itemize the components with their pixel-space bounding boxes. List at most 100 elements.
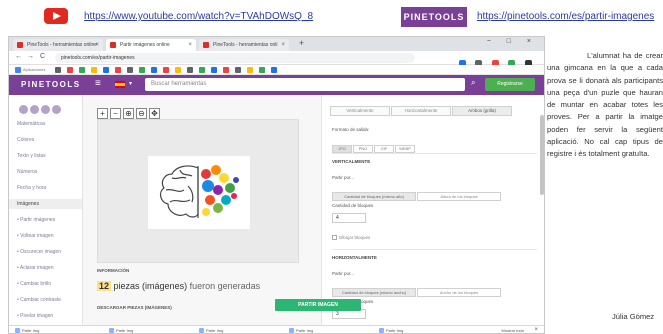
- bookmark-icon[interactable]: [187, 67, 193, 73]
- bookmark-icon[interactable]: [151, 67, 157, 73]
- browser-tab-label: PineTools - herramientas onli: [213, 42, 278, 48]
- sidebar-subitem-brightness[interactable]: • Cambiar brillo: [17, 281, 51, 287]
- vertical-mode-height[interactable]: Altura de los bloques: [417, 192, 501, 201]
- format-jpg-button[interactable]: JPG: [332, 145, 352, 153]
- bookmark-icon[interactable]: [247, 67, 253, 73]
- download-item[interactable]: Partir Img: [379, 328, 403, 333]
- apps-icon[interactable]: [15, 67, 21, 73]
- main-content: + − ⊕ ⊖ ✥ INFORMACIÓN 12 piezas (imágene…: [83, 95, 544, 325]
- close-icon[interactable]: ×: [281, 39, 285, 51]
- bookmark-icon[interactable]: [139, 67, 145, 73]
- horizontal-mode-width[interactable]: Ancho de los bloques: [417, 288, 501, 297]
- sidebar-item-math[interactable]: Matemáticas: [17, 121, 45, 127]
- tab-horizontal[interactable]: Horizontalmente: [391, 106, 451, 116]
- bookmark-icon[interactable]: [163, 67, 169, 73]
- pieces-suffix: fueron generadas: [189, 281, 261, 291]
- bookmark-icon[interactable]: [199, 67, 205, 73]
- sidebar-item-datetime[interactable]: Fecha y hora: [17, 185, 46, 191]
- sidebar-item-text[interactable]: Texto y listas: [17, 153, 46, 159]
- pinetools-logo[interactable]: PINETOOLS: [21, 80, 81, 89]
- bookmark-icon[interactable]: [235, 67, 241, 73]
- sidebar-subitem-pixelate[interactable]: • Pixelar imagen: [17, 313, 53, 319]
- sidebar-item-images[interactable]: Imágenes: [9, 199, 82, 209]
- close-icon[interactable]: ×: [188, 39, 192, 51]
- spain-flag-icon[interactable]: [115, 81, 125, 88]
- scrollbar[interactable]: [540, 115, 544, 195]
- vertical-mode-selector: Cantidad de bloques (mismo alto) Altura d…: [332, 185, 502, 201]
- bookmark-icon[interactable]: [91, 67, 97, 73]
- sidebar-item-numbers[interactable]: Números: [17, 169, 37, 175]
- draw-blocks-checkbox[interactable]: Dibujar bloques: [332, 235, 370, 240]
- sidebar-item-colors[interactable]: Colores: [17, 137, 34, 143]
- zoom-in-icon[interactable]: +: [97, 108, 108, 119]
- bookmark-icon[interactable]: [175, 67, 181, 73]
- zoom-fit-icon[interactable]: ⊕: [123, 108, 134, 119]
- reload-button[interactable]: C: [40, 53, 45, 60]
- sidebar-subitem-flip[interactable]: • Voltear imagen: [17, 233, 54, 239]
- bookmark-icon[interactable]: [55, 67, 61, 73]
- article-text: L'alumnat ha de crear una gimcana en la …: [547, 51, 663, 159]
- move-icon[interactable]: ✥: [149, 108, 160, 119]
- browser-screenshot: PineTools - herramientas online × Partir…: [8, 36, 545, 334]
- bookmark-icon[interactable]: [79, 67, 85, 73]
- bookmark-icon[interactable]: [211, 67, 217, 73]
- browser-tab-active[interactable]: Partir imágenes online ×: [106, 39, 196, 51]
- options-panel: Verticalmente Horizontalmente Ambos (grill…: [321, 95, 544, 325]
- tool-search-input[interactable]: Buscar herramientas: [145, 78, 465, 91]
- search-icon[interactable]: ⌕: [471, 78, 475, 88]
- pinterest-icon[interactable]: [41, 105, 50, 114]
- url-field[interactable]: pinetools.com/es/partir-imagenes: [55, 53, 415, 63]
- bookmark-icon[interactable]: [115, 67, 121, 73]
- pinetools-favicon-icon: [17, 42, 23, 48]
- format-label: Formato de salida:: [332, 127, 370, 132]
- format-gif-button[interactable]: GIF: [374, 145, 394, 153]
- browser-tab[interactable]: PineTools - herramientas online ×: [13, 39, 103, 51]
- sidebar-subitem-contrast[interactable]: • Cambiar contraste: [17, 297, 61, 303]
- sidebar-subitem-darken[interactable]: • Oscurecer imagen: [17, 249, 61, 255]
- bookmark-icon[interactable]: [67, 67, 73, 73]
- checkbox-icon[interactable]: [332, 235, 337, 240]
- pinetools-link[interactable]: https://pinetools.com/es/partir-imagenes: [477, 11, 654, 22]
- sidebar-subitem-lighten[interactable]: • Aclarar imagen: [17, 265, 54, 271]
- twitter-icon[interactable]: [30, 105, 39, 114]
- browser-tab[interactable]: PineTools - herramientas onli ×: [199, 39, 289, 51]
- tab-grid[interactable]: Ambos (grilla): [452, 106, 512, 116]
- hamburger-menu-icon[interactable]: ≡: [95, 78, 101, 89]
- split-image-button[interactable]: PARTIR IMAGEN: [275, 299, 361, 311]
- window-controls[interactable]: − □ ×: [487, 38, 538, 45]
- bookmark-apps-label[interactable]: Aplicaciones: [23, 67, 45, 72]
- vertical-blocks-stepper[interactable]: 4: [332, 213, 366, 223]
- zoom-out-icon[interactable]: −: [110, 108, 121, 119]
- close-downloads-icon[interactable]: ×: [534, 327, 538, 333]
- facebook-icon[interactable]: [19, 105, 28, 114]
- format-webp-button[interactable]: WEBP: [395, 145, 415, 153]
- download-item[interactable]: Partir Img: [109, 328, 133, 333]
- close-icon[interactable]: ×: [95, 39, 99, 51]
- format-png-button[interactable]: PNG: [353, 145, 373, 153]
- bookmark-icon[interactable]: [103, 67, 109, 73]
- back-button[interactable]: ←: [15, 53, 22, 60]
- register-button[interactable]: Registrarse: [485, 78, 535, 91]
- download-item[interactable]: Partir Img: [15, 328, 39, 333]
- bookmark-icon[interactable]: [223, 67, 229, 73]
- vertical-mode-count[interactable]: Cantidad de bloques (mismo alto): [332, 192, 416, 201]
- bookmark-icon[interactable]: [259, 67, 265, 73]
- youtube-link[interactable]: https://www.youtube.com/watch?v=TVAhDOWs…: [84, 11, 313, 22]
- chevron-down-icon[interactable]: ▾: [129, 80, 132, 87]
- bookmark-icon[interactable]: [127, 67, 133, 73]
- new-tab-button[interactable]: +: [299, 38, 304, 48]
- pinetools-badge: PINETOOLS: [401, 7, 467, 27]
- bookmark-icon[interactable]: [271, 67, 277, 73]
- linkedin-icon[interactable]: [52, 105, 61, 114]
- tab-vertical[interactable]: Verticalmente: [330, 106, 390, 116]
- zoom-reset-icon[interactable]: ⊖: [136, 108, 147, 119]
- sidebar-subitem-split[interactable]: • Partir imágenes: [17, 217, 55, 223]
- horizontal-mode-count[interactable]: Cantidad de bloques (mismo ancho): [332, 288, 416, 297]
- browser-tab-label: Partir imágenes online: [120, 42, 170, 48]
- show-all-downloads-button[interactable]: Mostrar todo: [502, 328, 524, 333]
- pieces-count: 12: [97, 281, 112, 291]
- download-item[interactable]: Partir Img: [199, 328, 223, 333]
- forward-button[interactable]: →: [27, 53, 34, 60]
- download-item[interactable]: Partir Img: [289, 328, 313, 333]
- youtube-logo-icon[interactable]: [44, 8, 68, 24]
